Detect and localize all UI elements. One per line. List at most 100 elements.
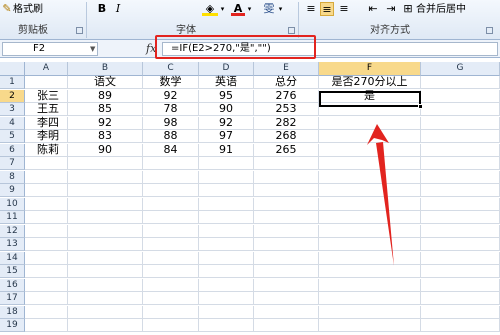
- cell-e7[interactable]: [254, 157, 319, 170]
- cell-d18[interactable]: [199, 305, 254, 319]
- alignment-launcher-icon[interactable]: [486, 27, 493, 34]
- phonetic-dropdown-icon[interactable]: ▾: [277, 2, 284, 16]
- cell-c11[interactable]: [143, 211, 199, 224]
- merge-center-icon[interactable]: ⊞: [401, 2, 415, 16]
- row-header-5[interactable]: 5: [0, 130, 25, 143]
- fill-handle[interactable]: [418, 104, 423, 109]
- cell-f10[interactable]: [319, 197, 421, 211]
- cell-c16[interactable]: [143, 278, 199, 292]
- row-header-18[interactable]: 18: [0, 305, 25, 319]
- cell-c10[interactable]: [143, 197, 199, 211]
- cell-c4[interactable]: 98: [143, 116, 199, 130]
- cell-a18[interactable]: [25, 305, 68, 319]
- name-box[interactable]: F2: [2, 42, 98, 56]
- row-header-4[interactable]: 4: [0, 116, 25, 130]
- cell-b4[interactable]: 92: [68, 116, 143, 130]
- cell-c18[interactable]: [143, 305, 199, 319]
- cell-b12[interactable]: [68, 224, 143, 238]
- cell-f2[interactable]: 是: [319, 89, 421, 103]
- formula-input[interactable]: =IF(E2>270,"是",""): [162, 42, 498, 56]
- cell-e5[interactable]: 268: [254, 130, 319, 143]
- cell-b13[interactable]: [68, 238, 143, 251]
- cell-g15[interactable]: [421, 265, 500, 278]
- bold-icon[interactable]: B: [96, 2, 108, 16]
- cell-d19[interactable]: [199, 319, 254, 332]
- cell-f14[interactable]: [319, 251, 421, 265]
- cell-e9[interactable]: [254, 184, 319, 197]
- cell-d11[interactable]: [199, 211, 254, 224]
- cell-f6[interactable]: [319, 143, 421, 157]
- cell-e3[interactable]: 253: [254, 103, 319, 116]
- cell-g19[interactable]: [421, 319, 500, 332]
- cell-e14[interactable]: [254, 251, 319, 265]
- italic-icon[interactable]: I: [113, 2, 123, 16]
- cell-a4[interactable]: 李四: [25, 116, 68, 130]
- cell-c13[interactable]: [143, 238, 199, 251]
- cell-e18[interactable]: [254, 305, 319, 319]
- cell-c2[interactable]: 92: [143, 89, 199, 103]
- cell-e16[interactable]: [254, 278, 319, 292]
- align-right-icon[interactable]: ≡: [337, 2, 351, 16]
- cell-g18[interactable]: [421, 305, 500, 319]
- cell-b2[interactable]: 89: [68, 89, 143, 103]
- cell-g4[interactable]: [421, 116, 500, 130]
- cell-c12[interactable]: [143, 224, 199, 238]
- cell-g11[interactable]: [421, 211, 500, 224]
- cell-e8[interactable]: [254, 170, 319, 184]
- row-header-2[interactable]: 2: [0, 89, 25, 103]
- cell-f17[interactable]: [319, 292, 421, 305]
- cell-e19[interactable]: [254, 319, 319, 332]
- cell-c8[interactable]: [143, 170, 199, 184]
- cell-f9[interactable]: [319, 184, 421, 197]
- merge-center-button[interactable]: 合并后居中: [416, 3, 466, 17]
- cell-d8[interactable]: [199, 170, 254, 184]
- align-left-icon[interactable]: ≡: [304, 2, 318, 16]
- cell-d1[interactable]: 英语: [199, 76, 254, 89]
- cell-b5[interactable]: 83: [68, 130, 143, 143]
- cell-b6[interactable]: 90: [68, 143, 143, 157]
- cell-d17[interactable]: [199, 292, 254, 305]
- cell-d9[interactable]: [199, 184, 254, 197]
- cell-g7[interactable]: [421, 157, 500, 170]
- cell-f5[interactable]: [319, 130, 421, 143]
- cell-e15[interactable]: [254, 265, 319, 278]
- font-color-dropdown-icon[interactable]: ▾: [246, 2, 253, 16]
- cell-d5[interactable]: 97: [199, 130, 254, 143]
- cell-c19[interactable]: [143, 319, 199, 332]
- cell-f4[interactable]: [319, 116, 421, 130]
- row-header-9[interactable]: 9: [0, 184, 25, 197]
- cell-g16[interactable]: [421, 278, 500, 292]
- cell-e10[interactable]: [254, 197, 319, 211]
- cell-f19[interactable]: [319, 319, 421, 332]
- cell-d3[interactable]: 90: [199, 103, 254, 116]
- cell-e11[interactable]: [254, 211, 319, 224]
- cell-f11[interactable]: [319, 211, 421, 224]
- cell-c15[interactable]: [143, 265, 199, 278]
- cell-f15[interactable]: [319, 265, 421, 278]
- cell-c17[interactable]: [143, 292, 199, 305]
- select-all-corner[interactable]: [0, 62, 25, 76]
- cell-b16[interactable]: [68, 278, 143, 292]
- cell-b9[interactable]: [68, 184, 143, 197]
- cell-b7[interactable]: [68, 157, 143, 170]
- cell-d13[interactable]: [199, 238, 254, 251]
- cell-b17[interactable]: [68, 292, 143, 305]
- cell-g10[interactable]: [421, 197, 500, 211]
- cell-f8[interactable]: [319, 170, 421, 184]
- cell-c5[interactable]: 88: [143, 130, 199, 143]
- row-header-14[interactable]: 14: [0, 251, 25, 265]
- cell-e2[interactable]: 276: [254, 89, 319, 103]
- cell-e12[interactable]: [254, 224, 319, 238]
- cell-a7[interactable]: [25, 157, 68, 170]
- cell-a16[interactable]: [25, 278, 68, 292]
- cell-g1[interactable]: [421, 76, 500, 89]
- cell-d14[interactable]: [199, 251, 254, 265]
- cell-g6[interactable]: [421, 143, 500, 157]
- format-painter-icon[interactable]: ✎: [2, 2, 12, 16]
- row-header-6[interactable]: 6: [0, 143, 25, 157]
- column-header-b[interactable]: B: [68, 62, 143, 76]
- cell-d15[interactable]: [199, 265, 254, 278]
- cell-d2[interactable]: 95: [199, 89, 254, 103]
- cell-e17[interactable]: [254, 292, 319, 305]
- cell-b14[interactable]: [68, 251, 143, 265]
